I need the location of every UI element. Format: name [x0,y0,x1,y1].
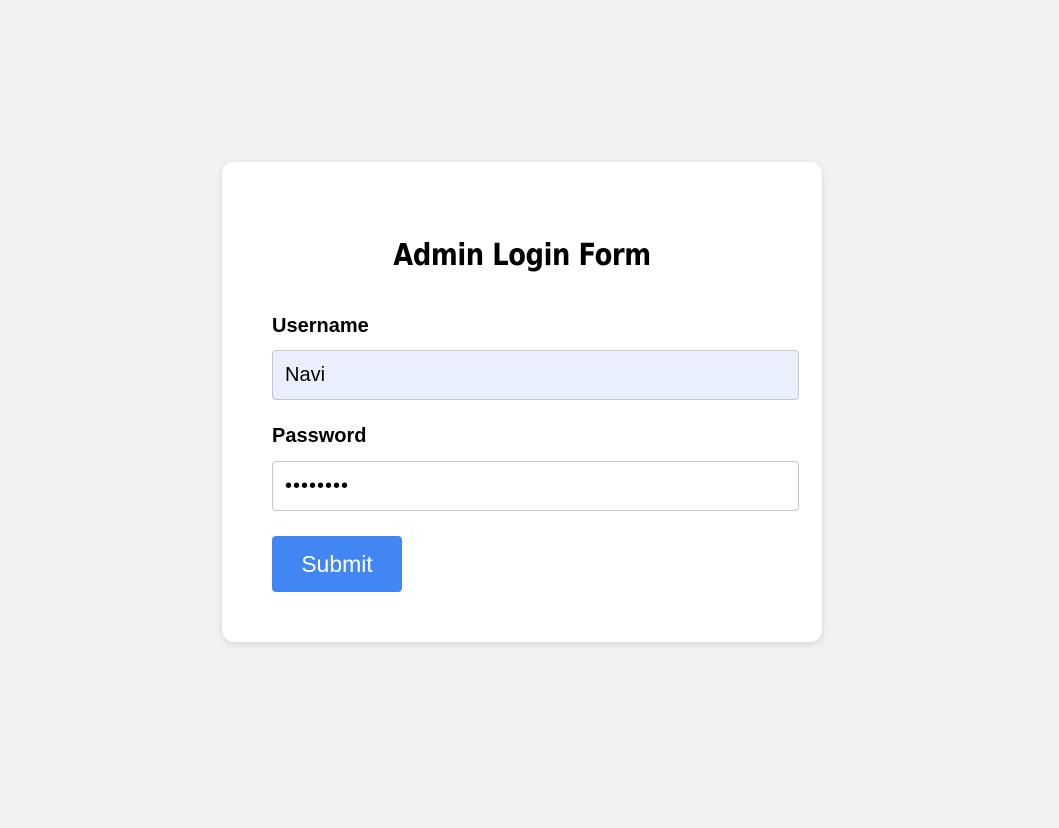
page: { "form": { "title": "Admin Login Form",… [0,0,1059,828]
form-title: Admin Login Form [393,238,651,273]
password-input[interactable] [272,461,799,511]
username-label: Username [272,315,369,337]
password-label: Password [272,425,367,447]
login-card: Admin Login Form Username Password Submi… [222,162,822,642]
username-input[interactable] [272,350,799,400]
submit-button[interactable]: Submit [272,536,402,592]
